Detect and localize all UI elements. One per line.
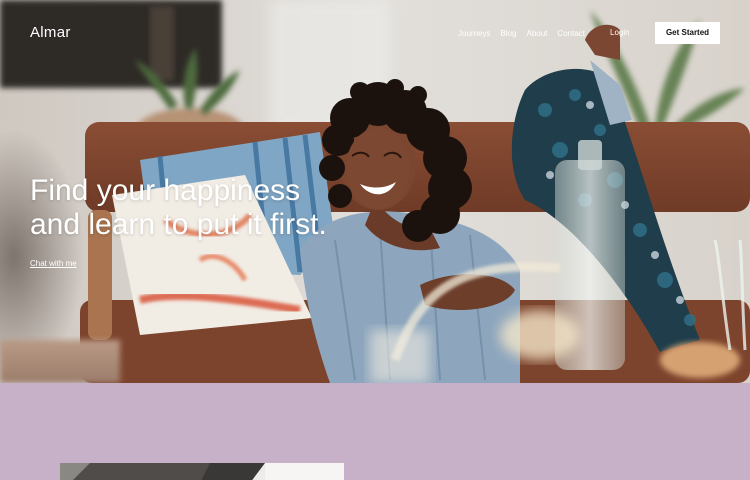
page: Almar Journeys Blog About Contact Login … (0, 0, 750, 480)
nav-link-contact[interactable]: Contact (557, 28, 585, 40)
nav-link-blog[interactable]: Blog (500, 28, 516, 40)
nav-links: Journeys Blog About Contact (458, 27, 585, 41)
get-started-button[interactable]: Get Started (655, 22, 720, 44)
login-link[interactable]: Login (610, 27, 630, 39)
top-nav: Almar Journeys Blog About Contact Login … (0, 0, 750, 66)
brand-logo[interactable]: Almar (30, 23, 71, 43)
lower-section (0, 383, 750, 480)
chat-with-me-link[interactable]: Chat with me (30, 258, 77, 269)
hero-headline-line2: and learn to put it first. (30, 208, 327, 241)
nav-link-about[interactable]: About (526, 28, 547, 40)
preview-image (60, 463, 344, 480)
hero-section: Almar Journeys Blog About Contact Login … (0, 0, 750, 383)
hero-headline-line1: Find your happiness (30, 174, 301, 207)
hero-headline: Find your happiness and learn to put it … (30, 174, 370, 242)
nav-link-journeys[interactable]: Journeys (458, 28, 490, 40)
